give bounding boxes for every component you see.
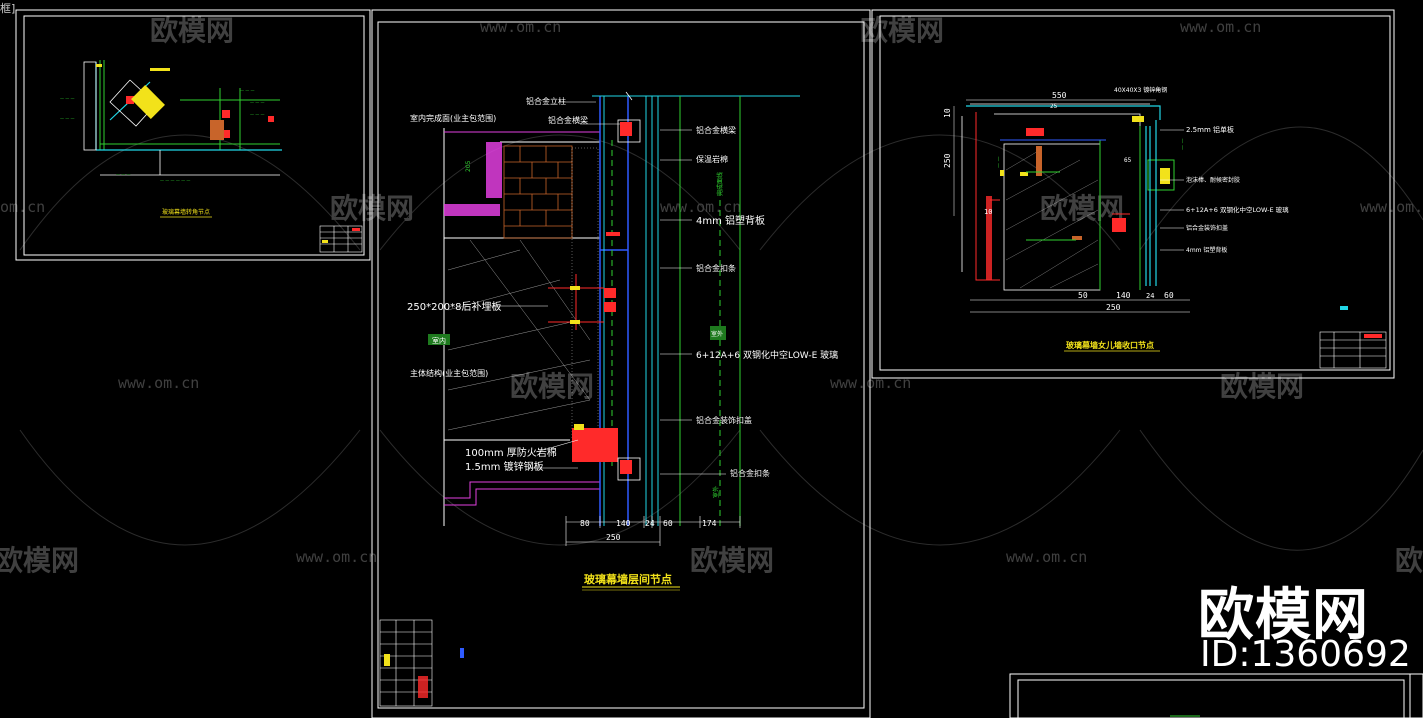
dim-right-140: 140 — [1116, 291, 1131, 300]
svg-text:— — —: — — — — [116, 172, 131, 177]
brick-wall — [503, 145, 573, 239]
watermark-url: www.om.cn — [480, 18, 561, 36]
label-steel-sheet-15: 1.5mm 镀锌钢板 — [465, 460, 544, 473]
dim-right-10b: 10 — [984, 208, 992, 216]
sheet-right-outer-frame — [871, 9, 1395, 379]
label-aluminum-bracket: 铝合金横梁 — [696, 125, 736, 135]
svg-text:— — —: — — — — [60, 96, 75, 101]
dim-250: 250 — [606, 533, 621, 542]
label-main-structure: 主体结构(业主包范围) — [410, 368, 488, 378]
label-aluminum-trim: 铝合金扣条 — [730, 468, 770, 478]
left-sheet-drawing: — — — — — — — — — — — — — — — — — — — — … — [60, 60, 363, 253]
dim-right-50: 50 — [1078, 291, 1088, 300]
label-angle-steel: 40X40X3 镀锌角钢 — [1114, 86, 1167, 94]
watermark-brand: 欧模网 — [1395, 544, 1423, 577]
label-outdoor2: 室外 — [712, 486, 720, 498]
dim-right-550: 550 — [1052, 91, 1067, 100]
svg-text:— — —: — — — — [240, 88, 255, 93]
label-aluminum-profile: 铝合金扣条 — [696, 263, 736, 273]
left-sheet-title: 玻璃幕墙转角节点 — [162, 208, 210, 216]
watermark-url: www.om.cn — [296, 548, 377, 566]
watermark-id: ID:1360692 — [1200, 634, 1411, 675]
dim-24: 24 — [645, 519, 655, 528]
outdoor-tag: 室外 — [710, 326, 726, 340]
svg-text:— — — — — —: — — — — — — — [160, 178, 190, 183]
label-sheet-4: 4mm 铝塑背板 — [1186, 246, 1227, 254]
label-dim-205: 205 — [465, 160, 472, 172]
label-aluminum-beam: 铝合金横梁 — [548, 115, 588, 125]
svg-text:室内: 室内 — [432, 336, 446, 345]
watermark-url: www.om.cn — [1360, 198, 1423, 216]
watermark-brand: 欧模网 — [0, 544, 79, 577]
watermark-brand: 欧模网 — [510, 370, 594, 403]
label-aluminum-mullion: 铝合金立柱 — [526, 96, 566, 106]
watermark-url: www.om.cn — [1006, 548, 1087, 566]
watermark-url: www.om.cn — [660, 198, 741, 216]
label-right-aluminum-beam: 铝合金装饰扣盖 — [1186, 224, 1228, 232]
center-sheet-drawing: 铝合金立柱 室内完成面(业主包范围) 铝合金横梁 铝合金横梁 保温岩棉 4mm … — [379, 91, 838, 707]
watermark-brand: 欧模网 — [150, 14, 234, 47]
svg-text:— —: — — — [1180, 138, 1186, 150]
dim-right-250: 250 — [943, 153, 952, 168]
dim-right-10a: 10 — [943, 108, 952, 118]
label-steel-sheet-4mm: 4mm 铝塑背板 — [696, 214, 765, 227]
embed-brackets — [572, 122, 632, 474]
label-right-glass: 6+12A+6 双钢化中空LOW-E 玻璃 — [1186, 205, 1289, 214]
watermark-brand: 欧模网 — [1220, 370, 1304, 403]
dim-right-250b: 250 — [1106, 303, 1121, 312]
svg-text:室外: 室外 — [711, 330, 723, 338]
watermark-brand: 欧模网 — [690, 544, 774, 577]
dim-140: 140 — [616, 519, 631, 528]
label-finish: 完成面线 — [716, 172, 724, 196]
sheet-right-inner-frame — [879, 15, 1391, 371]
watermark-url: www.om.cn — [118, 374, 199, 392]
sheet-bottom-right-inner-frame — [1017, 679, 1405, 718]
dim-right-25: 25 — [1050, 103, 1058, 110]
right-sheet-title: 玻璃幕墙女儿墙收口节点 — [1066, 340, 1154, 350]
watermark-url-fragment: om.cn — [0, 198, 45, 216]
sheet-bottom-right-frame — [1009, 673, 1423, 718]
right-sheet-drawing: 40X40X3 镀锌角钢 2.5mm 铝单板 泡沫棒、耐候密封胶 6+12A+6… — [943, 86, 1387, 369]
dim-right-60: 60 — [1164, 291, 1174, 300]
label-glass: 6+12A+6 双钢化中空LOW-E 玻璃 — [696, 349, 838, 361]
label-aluminum-cover: 铝合金装饰扣盖 — [696, 415, 752, 425]
dim-80: 80 — [580, 519, 590, 528]
label-embed-plate: 250*200*8后补埋板 — [407, 300, 502, 313]
watermark-url: www.om.cn — [1180, 18, 1261, 36]
watermark-brand: 欧模网 — [860, 14, 944, 47]
dim-right-24: 24 — [1146, 292, 1154, 300]
svg-text:— — —: — — — — [250, 100, 265, 105]
svg-text:— — —: — — — — [60, 116, 75, 121]
label-fire-rock: 100mm 厚防火岩棉 — [465, 446, 557, 459]
indoor-tag: 室内 — [428, 334, 450, 345]
watermark-layer: 欧模网 欧模网 欧模网 欧模网 欧模网 欧模网 欧模网 欧模网 欧模网 www.… — [0, 14, 1423, 577]
watermark-url: www.om.cn — [830, 374, 911, 392]
svg-text:— — —: — — — — [250, 112, 265, 117]
watermark-brand: 欧模网 — [1040, 192, 1124, 225]
dim-60: 60 — [663, 519, 673, 528]
label-insulation-rock: 保温岩棉 — [696, 154, 728, 164]
center-sheet-title: 玻璃幕墙层间节点 — [584, 572, 672, 586]
label-sealant: 泡沫棒、耐候密封胶 — [1186, 176, 1240, 184]
label-sheet-25: 2.5mm 铝单板 — [1186, 125, 1234, 134]
dim-174: 174 — [702, 519, 717, 528]
dim-right-65: 65 — [1124, 157, 1132, 164]
svg-text:— —: — — — [996, 156, 1002, 168]
label-interior-ceiling: 室内完成面(业主包范围) — [410, 113, 496, 123]
